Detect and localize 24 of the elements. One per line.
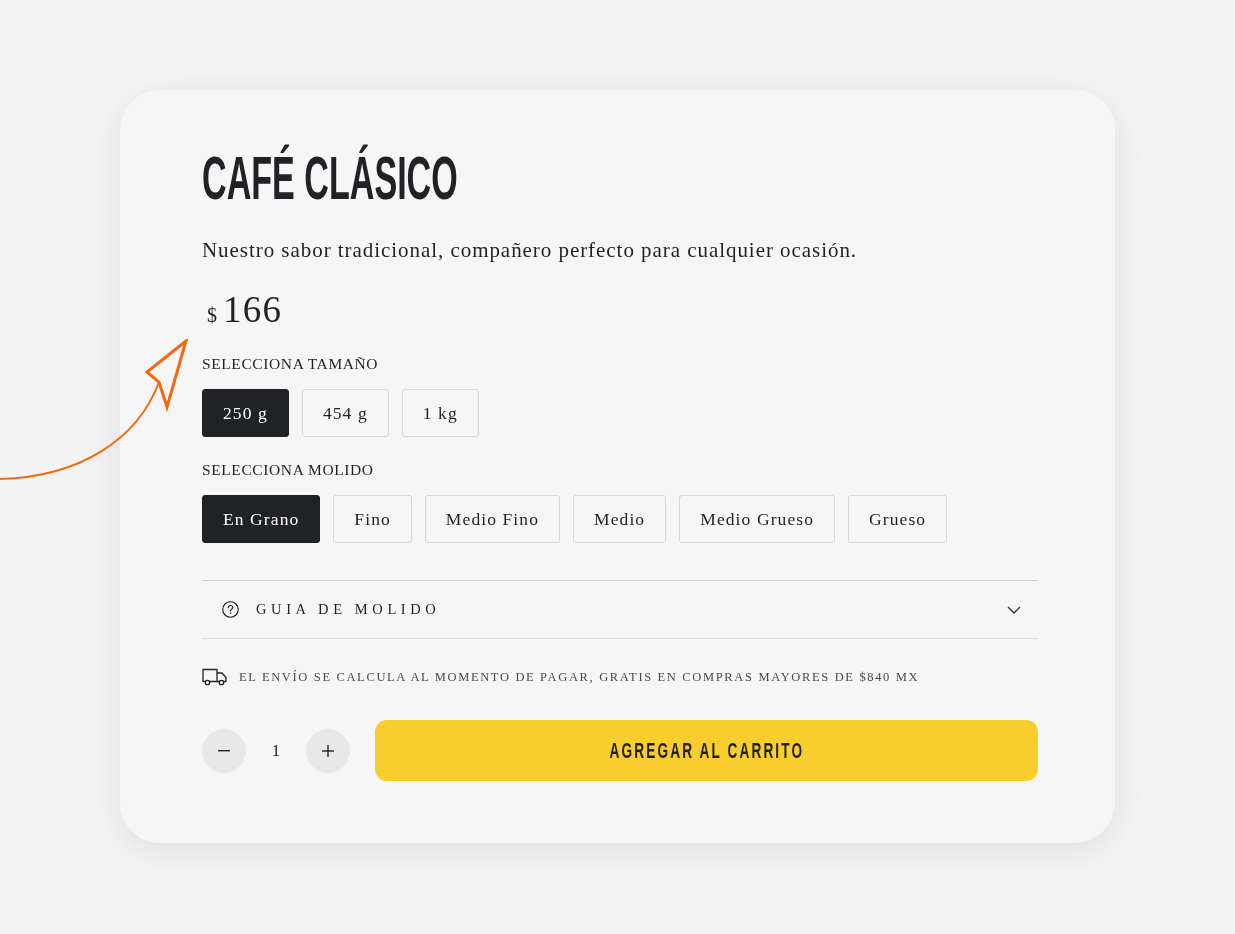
quantity-field[interactable]: 1 — [264, 740, 288, 761]
minus-icon — [218, 749, 230, 752]
truck-icon — [202, 668, 227, 687]
product-description: Nuestro sabor tradicional, compañero perfecto para cualquier ocasión. — [202, 237, 858, 264]
grind-option[interactable]: Medio Grueso — [679, 495, 836, 544]
shipping-note: EL ENVÍO SE CALCULA AL MOMENTO DE PAGAR, GRATIS EN COMPRAS MAYORES DE $840 MX — [239, 669, 920, 685]
grind-option[interactable]: Grueso — [848, 495, 948, 544]
grind-option[interactable]: Fino — [333, 495, 412, 544]
chevron-icon — [1007, 605, 1021, 614]
currency-symbol: $ — [207, 305, 217, 326]
size-option[interactable]: 454 g — [301, 389, 389, 438]
increase-button[interactable] — [306, 728, 350, 773]
plus-icon — [322, 744, 334, 757]
help-icon — [222, 601, 239, 619]
grind-option[interactable]: Medio — [573, 495, 667, 544]
grind-label: SELECCIONA MOLIDO — [202, 460, 374, 481]
grind-option[interactable]: En Grano — [202, 495, 321, 544]
grind-option[interactable]: Medio Fino — [424, 495, 561, 544]
add-to-cart-button[interactable]: AGREGAR AL CARRITO — [375, 720, 1038, 782]
price-amount: 166 — [223, 291, 283, 329]
size-option[interactable]: 1 kg — [401, 389, 479, 438]
size-option[interactable]: 250 g — [202, 389, 289, 438]
size-label: SELECCIONA TAMAÑO — [202, 354, 379, 375]
grind-guide-toggle[interactable]: GUIA DE MOLIDO — [202, 580, 1038, 640]
